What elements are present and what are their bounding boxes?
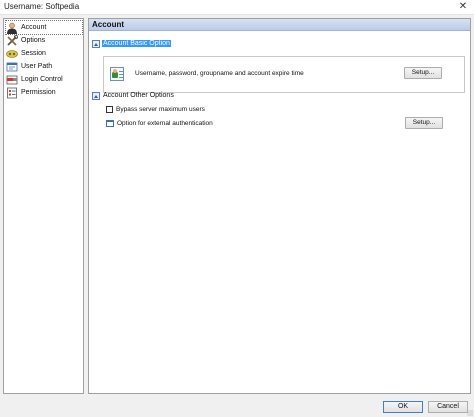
basic-setup-button[interactable]: Setup... bbox=[404, 67, 442, 79]
sidebar-item-options[interactable]: Options bbox=[6, 34, 82, 47]
external-auth-label: Option for external authentication bbox=[117, 119, 213, 127]
user-path-icon bbox=[6, 61, 18, 73]
window-icon bbox=[106, 119, 114, 127]
external-auth-setup-button[interactable]: Setup... bbox=[405, 117, 443, 129]
panel-header: Account bbox=[89, 19, 470, 31]
title-bar: Username: Softpedia ✕ bbox=[0, 0, 474, 15]
session-icon bbox=[6, 48, 18, 60]
basic-section-header[interactable]: Account Basic Option bbox=[92, 38, 172, 49]
cancel-button[interactable]: Cancel bbox=[428, 401, 468, 413]
basic-option-panel: Username, password, groupname and accoun… bbox=[103, 56, 465, 93]
sidebar-item-permission[interactable]: Permission bbox=[6, 86, 82, 99]
external-auth-row: Option for external authentication bbox=[106, 118, 213, 128]
bypass-option-row[interactable]: Bypass server maximum users bbox=[106, 104, 205, 114]
close-icon[interactable]: ✕ bbox=[452, 0, 474, 15]
collapse-icon[interactable] bbox=[92, 39, 100, 48]
account-panel: Account Account Basic Option Username, p… bbox=[88, 18, 471, 394]
collapse-icon[interactable] bbox=[92, 91, 100, 100]
sidebar-item-label: Account bbox=[21, 24, 47, 31]
sidebar-item-label: Session bbox=[21, 50, 46, 57]
sidebar-item-session[interactable]: Session bbox=[6, 47, 82, 60]
sidebar: Account Options Session User Path Login … bbox=[3, 18, 84, 394]
ok-button[interactable]: OK bbox=[383, 401, 423, 413]
sidebar-item-account[interactable]: Account bbox=[5, 20, 83, 35]
bypass-checkbox[interactable] bbox=[106, 105, 113, 113]
basic-option-description: Username, password, groupname and accoun… bbox=[135, 70, 304, 77]
sidebar-item-label: Permission bbox=[21, 89, 56, 96]
login-control-icon bbox=[6, 74, 18, 86]
bypass-option-label: Bypass server maximum users bbox=[116, 105, 205, 113]
sidebar-item-user-path[interactable]: User Path bbox=[6, 60, 82, 73]
resize-grip-icon[interactable] bbox=[467, 410, 473, 416]
account-user-icon bbox=[6, 22, 18, 34]
window-title: Username: Softpedia bbox=[4, 2, 80, 11]
other-section-header[interactable]: Account Other Options bbox=[92, 90, 175, 101]
sidebar-item-login-control[interactable]: Login Control bbox=[6, 73, 82, 86]
other-section-title: Account Other Options bbox=[103, 92, 174, 99]
sidebar-item-label: Login Control bbox=[21, 76, 63, 83]
account-card-icon bbox=[110, 67, 124, 81]
tools-icon bbox=[6, 34, 19, 47]
basic-section-title[interactable]: Account Basic Option bbox=[101, 39, 172, 48]
sidebar-item-label: Options bbox=[21, 37, 46, 44]
panel-header-title: Account bbox=[92, 20, 124, 29]
sidebar-item-label: User Path bbox=[21, 63, 53, 70]
permission-icon bbox=[6, 87, 18, 99]
